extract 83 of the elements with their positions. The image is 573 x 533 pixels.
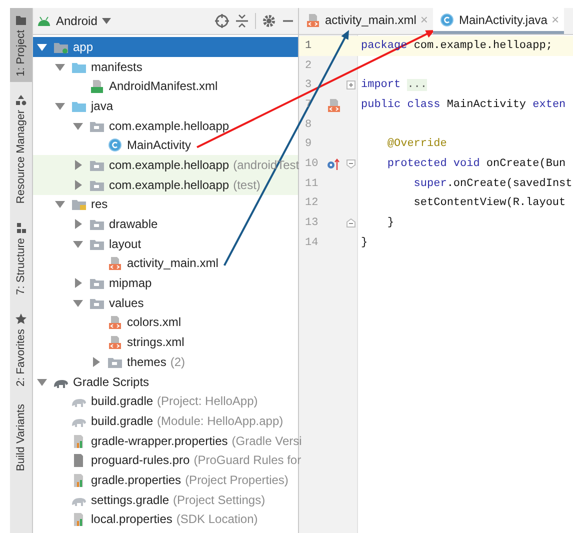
tree-item[interactable]: build.gradle (Project: HelloApp) xyxy=(33,391,298,412)
line-number: 3 xyxy=(304,79,313,92)
tree-item[interactable]: activity_main.xml xyxy=(33,254,298,274)
line-number: 12 xyxy=(304,197,320,210)
line-number: 14 xyxy=(304,236,320,249)
code-line: super.onCreate(savedInst xyxy=(412,178,572,190)
fold-marker-icon[interactable] xyxy=(346,218,356,228)
code-line: public class MainActivity exten xyxy=(361,98,566,111)
class-icon xyxy=(107,138,123,152)
manifest-file-icon xyxy=(89,79,105,94)
tree-item[interactable]: res xyxy=(33,194,298,214)
collapsed-arrow-icon[interactable] xyxy=(73,278,83,288)
resource-folder-icon xyxy=(71,197,87,212)
tool-window-tab[interactable]: Resource Manager xyxy=(10,88,32,210)
expanded-arrow-icon[interactable] xyxy=(37,376,47,387)
code-line: setContentView(R.layout xyxy=(412,197,566,210)
expanded-arrow-icon[interactable] xyxy=(55,100,65,111)
view-dropdown[interactable]: Android xyxy=(37,14,112,28)
line-number: 10 xyxy=(304,158,320,170)
xml-file-icon xyxy=(107,315,123,330)
collapsed-arrow-icon[interactable] xyxy=(91,356,101,367)
line-number: 11 xyxy=(304,178,320,190)
folder-icon xyxy=(89,276,105,290)
star-icon xyxy=(15,312,27,325)
folder-icon xyxy=(15,14,27,26)
code-line: import ... xyxy=(361,79,428,92)
expanded-arrow-icon[interactable] xyxy=(73,120,83,131)
tree-item[interactable]: mipmap xyxy=(33,273,298,293)
tree-item[interactable]: Gradle Scripts xyxy=(33,372,298,392)
line-number: 1 xyxy=(304,40,313,52)
structure-icon xyxy=(15,222,27,234)
editor-tab[interactable]: activity_main.xml × xyxy=(299,8,433,34)
xml-file-icon xyxy=(107,335,123,350)
line-number: 9 xyxy=(304,138,313,150)
tool-window-tab[interactable]: 2: Favorites xyxy=(10,306,32,392)
target-icon[interactable] xyxy=(215,14,229,28)
tree-item[interactable]: layout xyxy=(33,234,298,254)
tree-item[interactable]: settings.gradle (Project Settings) xyxy=(33,490,298,510)
tree-item[interactable]: local.properties (SDK Location) xyxy=(33,510,298,530)
line-number: 2 xyxy=(304,60,313,72)
tool-window-tab[interactable]: 7: Structure xyxy=(10,216,32,301)
collapsed-arrow-icon[interactable] xyxy=(73,180,83,190)
tree-item[interactable]: AndroidManifest.xml xyxy=(33,76,298,96)
tree-item[interactable]: com.example.helloapp xyxy=(33,116,298,136)
tree-item[interactable]: strings.xml xyxy=(33,332,298,352)
caret-icon xyxy=(102,18,112,24)
code-line: @Override xyxy=(386,138,447,150)
collapsed-arrow-icon[interactable] xyxy=(73,160,83,170)
fold-marker-icon[interactable] xyxy=(346,80,356,90)
tree-item[interactable]: colors.xml xyxy=(33,312,298,332)
collapse-all-icon[interactable] xyxy=(235,14,249,28)
shapes-icon xyxy=(15,94,27,106)
tree-item[interactable]: build.gradle (Module: HelloApp.app) xyxy=(33,411,298,431)
expanded-arrow-icon[interactable] xyxy=(73,238,83,249)
xml-file-icon xyxy=(107,256,123,270)
android-icon xyxy=(37,16,51,26)
expanded-arrow-icon[interactable] xyxy=(73,298,83,308)
editor-tab[interactable]: MainActivity.java × xyxy=(432,8,564,34)
tree-item[interactable]: values xyxy=(33,292,298,313)
folder-icon xyxy=(89,217,105,232)
expanded-arrow-icon[interactable] xyxy=(37,42,47,52)
line-number: 13 xyxy=(304,217,320,230)
tree-item[interactable]: drawable xyxy=(33,214,298,234)
tool-window-tab[interactable]: Build Variants xyxy=(10,398,32,478)
tree-item[interactable]: gradle.properties (Project Properties) xyxy=(33,470,298,490)
expanded-arrow-icon[interactable] xyxy=(55,199,65,210)
code-line: } xyxy=(361,236,368,249)
tree-item[interactable]: com.example.helloapp (test) xyxy=(33,174,298,194)
xml-file-icon xyxy=(305,12,321,26)
code-line: } xyxy=(386,217,394,230)
fold-marker-icon[interactable] xyxy=(346,158,356,169)
class-icon xyxy=(438,12,455,26)
expanded-arrow-icon[interactable] xyxy=(55,62,65,72)
tree-item[interactable]: themes (2) xyxy=(33,352,298,372)
code-line: protected void onCreate(Bun xyxy=(386,158,566,170)
tool-window-tab[interactable]: 1: Project xyxy=(10,8,32,82)
settings-icon[interactable] xyxy=(262,14,276,28)
tree-item[interactable]: app xyxy=(33,37,298,57)
line-number: 8 xyxy=(304,118,313,131)
tree-item[interactable]: MainActivity xyxy=(33,135,298,156)
tree-item[interactable]: manifests xyxy=(33,56,298,76)
tree-item[interactable]: java xyxy=(33,96,298,116)
collapsed-arrow-icon[interactable] xyxy=(73,219,83,230)
